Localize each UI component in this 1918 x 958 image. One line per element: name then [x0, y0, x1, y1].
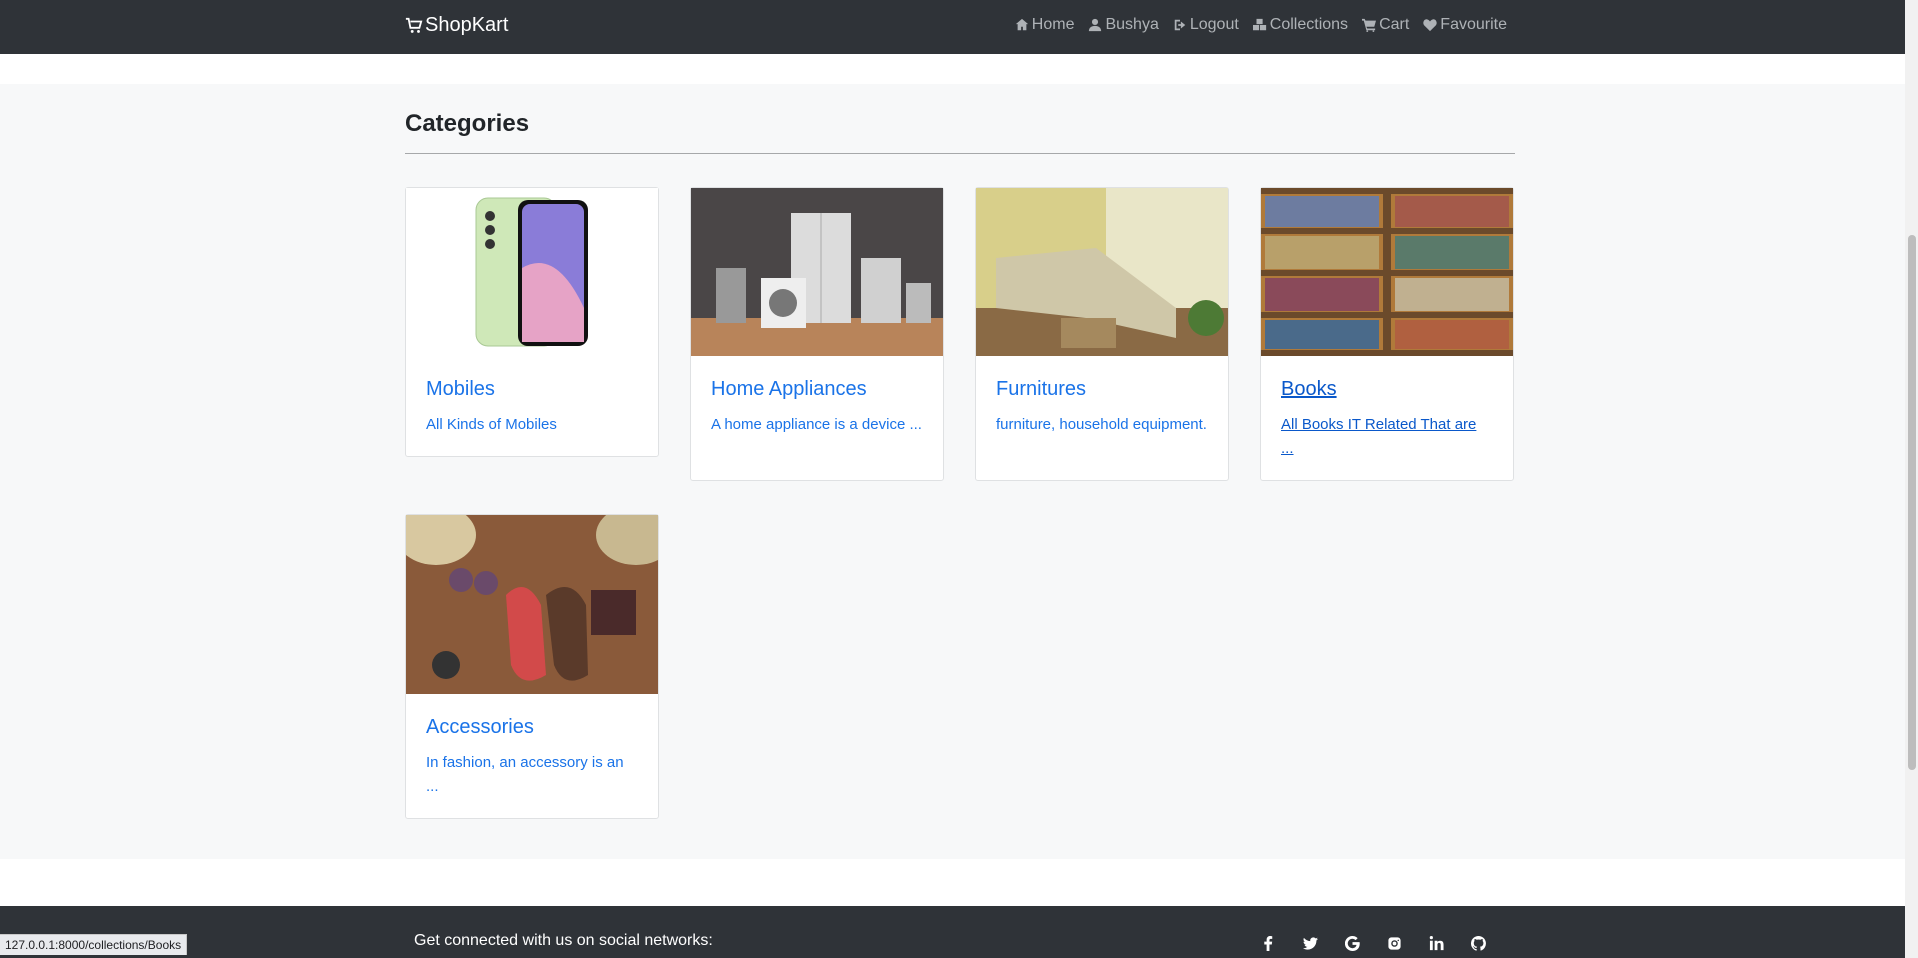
nav-favourite-label: Favourite — [1440, 16, 1507, 33]
linkedin-icon[interactable] — [1426, 933, 1446, 953]
footer: Get connected with us on social networks… — [0, 906, 1905, 958]
card-text: All Kinds of Mobiles — [426, 416, 557, 433]
page-title: Categories — [405, 110, 530, 137]
brand-name: ShopKart — [425, 14, 509, 36]
card-text: In fashion, an accessory is an ... — [426, 754, 624, 795]
nav-collections-label: Collections — [1269, 16, 1349, 33]
cart-icon — [405, 17, 423, 33]
nav-logout[interactable]: Logout — [1173, 16, 1239, 34]
category-card-mobiles[interactable]: Mobiles All Kinds of Mobiles — [405, 187, 659, 457]
scrollbar[interactable] — [1905, 0, 1918, 958]
twitter-icon[interactable] — [1300, 933, 1320, 953]
category-card-accessories[interactable]: Accessories In fashion, an accessory is … — [405, 514, 659, 819]
home-icon — [1015, 18, 1028, 31]
category-card-furnitures[interactable]: Furnitures furniture, household equipmen… — [975, 187, 1229, 481]
nav-logout-label: Logout — [1189, 16, 1239, 33]
nav-user[interactable]: Bushya — [1088, 16, 1159, 34]
nav-collections[interactable]: Collections — [1252, 16, 1349, 34]
accessories-image — [406, 515, 658, 694]
mobiles-image — [406, 188, 658, 356]
books-image — [1261, 188, 1513, 356]
nav-home-label: Home — [1031, 16, 1075, 33]
categories-section: Categories Mobiles All Kinds of Mobiles — [0, 84, 1905, 859]
user-icon — [1089, 18, 1102, 32]
cart-icon — [1362, 18, 1377, 32]
facebook-icon[interactable] — [1258, 933, 1278, 953]
status-bar-url: 127.0.0.1:8000/collections/Books — [0, 934, 188, 955]
logout-icon — [1174, 19, 1186, 31]
brand-logo[interactable]: ShopKart — [405, 14, 508, 37]
home-appliances-image — [691, 188, 943, 356]
navbar: ShopKart Home Bushya Logout Collections … — [0, 0, 1905, 54]
card-title: Accessories — [426, 716, 534, 738]
nav-user-label: Bushya — [1105, 16, 1159, 33]
github-icon[interactable] — [1468, 933, 1488, 953]
cubes-icon — [1252, 18, 1266, 31]
social-links — [1258, 933, 1488, 953]
nav-cart[interactable]: Cart — [1362, 16, 1409, 34]
card-title: Mobiles — [426, 378, 495, 400]
nav-cart-label: Cart — [1379, 16, 1410, 33]
nav-favourite[interactable]: Favourite — [1423, 16, 1507, 34]
google-icon[interactable] — [1342, 933, 1362, 953]
divider — [405, 153, 1515, 154]
scrollbar-thumb[interactable] — [1908, 235, 1916, 770]
card-text: A home appliance is a device ... — [711, 416, 922, 433]
footer-text: Get connected with us on social networks… — [414, 932, 713, 949]
card-title: Home Appliances — [711, 378, 867, 400]
card-title: Books — [1281, 378, 1337, 400]
card-title: Furnitures — [996, 378, 1087, 400]
nav-links: Home Bushya Logout Collections Cart Favo… — [1015, 16, 1507, 34]
category-card-home-appliances[interactable]: Home Appliances A home appliance is a de… — [690, 187, 944, 481]
card-text: furniture, household equipment. — [996, 416, 1207, 433]
nav-home[interactable]: Home — [1015, 16, 1075, 34]
card-text: All Books IT Related That are ... — [1281, 416, 1477, 457]
instagram-icon[interactable] — [1384, 933, 1404, 953]
category-card-books[interactable]: Books All Books IT Related That are ... — [1260, 187, 1514, 481]
furnitures-image — [976, 188, 1228, 356]
heart-icon — [1423, 19, 1437, 32]
